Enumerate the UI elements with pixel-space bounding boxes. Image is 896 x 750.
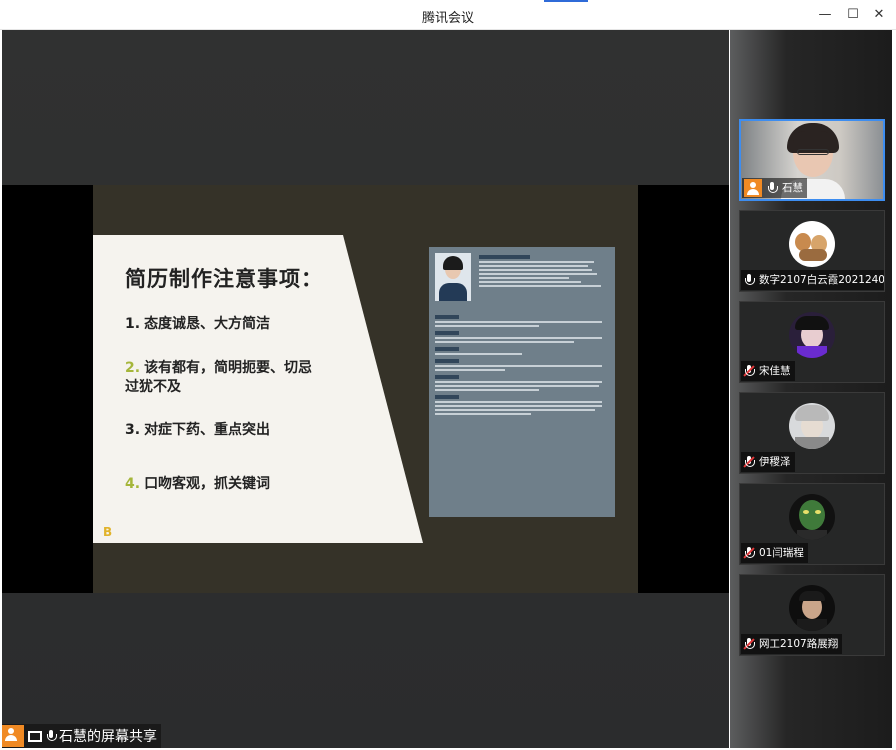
slide-item-4: 4. 口吻客观，抓关键词 bbox=[125, 475, 270, 494]
participant-tile[interactable]: 网工2107路展翔 bbox=[739, 574, 885, 656]
slide-item-text: 态度诚恳、大方简洁 bbox=[144, 316, 271, 332]
host-icon bbox=[2, 725, 24, 747]
microphone-icon bbox=[743, 273, 755, 287]
main-stage: 简历制作注意事项： 1. 态度诚恳、大方简洁 2. 该有都有，简明扼要、切忌过犹不及… bbox=[2, 30, 729, 748]
host-icon bbox=[744, 179, 762, 197]
participant-avatar bbox=[789, 403, 835, 449]
participant-label: 宋佳慧 bbox=[741, 361, 795, 381]
slide-item-1: 1. 态度诚恳、大方简洁 bbox=[125, 315, 270, 334]
participant-tile[interactable]: 伊稷泽 bbox=[739, 392, 885, 474]
participant-avatar bbox=[789, 221, 835, 267]
window-title: 腾讯会议 bbox=[421, 11, 474, 26]
slide-item-text: 对症下药、重点突出 bbox=[144, 422, 271, 438]
slide-item-number: 1. bbox=[125, 316, 141, 332]
participant-avatar bbox=[789, 312, 835, 358]
minimize-button[interactable]: — bbox=[814, 4, 836, 26]
participant-name: 网工2107路展翔 bbox=[759, 638, 839, 650]
participant-tile[interactable]: 宋佳慧 bbox=[739, 301, 885, 383]
participant-label: 01闫瑞程 bbox=[741, 543, 808, 563]
resume-sample-image bbox=[429, 247, 615, 517]
slide-heading: 简历制作注意事项： bbox=[125, 267, 323, 291]
slide-item-text: 口吻客观，抓关键词 bbox=[144, 476, 271, 492]
slide-logo-icon: B bbox=[103, 525, 113, 539]
presentation-slide: 简历制作注意事项： 1. 态度诚恳、大方简洁 2. 该有都有，简明扼要、切忌过犹不及… bbox=[93, 185, 638, 593]
slide-item-number: 2. bbox=[125, 360, 141, 376]
slide-item-text: 该有都有，简明扼要、切忌过犹不及 bbox=[125, 360, 313, 395]
microphone-muted-icon bbox=[743, 546, 755, 560]
close-button[interactable]: ✕ bbox=[868, 4, 890, 26]
maximize-button[interactable]: ☐ bbox=[842, 4, 864, 26]
participant-name: 01闫瑞程 bbox=[759, 547, 804, 559]
participant-name: 伊稷泽 bbox=[759, 456, 791, 468]
participant-label: 数字2107白云霞2021240... bbox=[741, 270, 885, 290]
slide-item-3: 3. 对症下药、重点突出 bbox=[125, 421, 270, 440]
participant-sidebar[interactable]: 石慧 数字2107白云霞2021240... 宋佳慧 伊稷泽 01闫瑞程 网工2… bbox=[730, 30, 892, 748]
slide-item-number: 4. bbox=[125, 476, 141, 492]
microphone-muted-icon bbox=[743, 455, 755, 469]
participant-label: 石慧 bbox=[742, 178, 807, 198]
participant-tile[interactable]: 01闫瑞程 bbox=[739, 483, 885, 565]
participant-label: 网工2107路展翔 bbox=[741, 634, 843, 654]
participant-avatar bbox=[789, 494, 835, 540]
screen-share-icon bbox=[28, 730, 42, 742]
slide-item-2: 2. 该有都有，简明扼要、切忌过犹不及 bbox=[125, 359, 325, 397]
screen-share-status: 石慧的屏幕共享 bbox=[2, 724, 161, 748]
participant-name: 石慧 bbox=[782, 182, 803, 194]
participant-avatar bbox=[789, 585, 835, 631]
resume-photo bbox=[435, 253, 471, 301]
participant-label: 伊稷泽 bbox=[741, 452, 795, 472]
microphone-icon bbox=[766, 181, 778, 195]
participant-name: 数字2107白云霞2021240... bbox=[759, 274, 885, 286]
title-bar: 腾讯会议 — ☐ ✕ bbox=[0, 0, 896, 30]
participant-tile[interactable]: 石慧 bbox=[739, 119, 885, 201]
screen-share-label: 石慧的屏幕共享 bbox=[59, 729, 157, 745]
shared-screen[interactable]: 简历制作注意事项： 1. 态度诚恳、大方简洁 2. 该有都有，简明扼要、切忌过犹不及… bbox=[2, 185, 729, 593]
slide-item-number: 3. bbox=[125, 422, 141, 438]
microphone-muted-icon bbox=[743, 637, 755, 651]
participant-name: 宋佳慧 bbox=[759, 365, 791, 377]
microphone-icon bbox=[45, 729, 57, 743]
microphone-muted-icon bbox=[743, 364, 755, 378]
participant-tile[interactable]: 数字2107白云霞2021240... bbox=[739, 210, 885, 292]
title-accent bbox=[544, 0, 588, 2]
